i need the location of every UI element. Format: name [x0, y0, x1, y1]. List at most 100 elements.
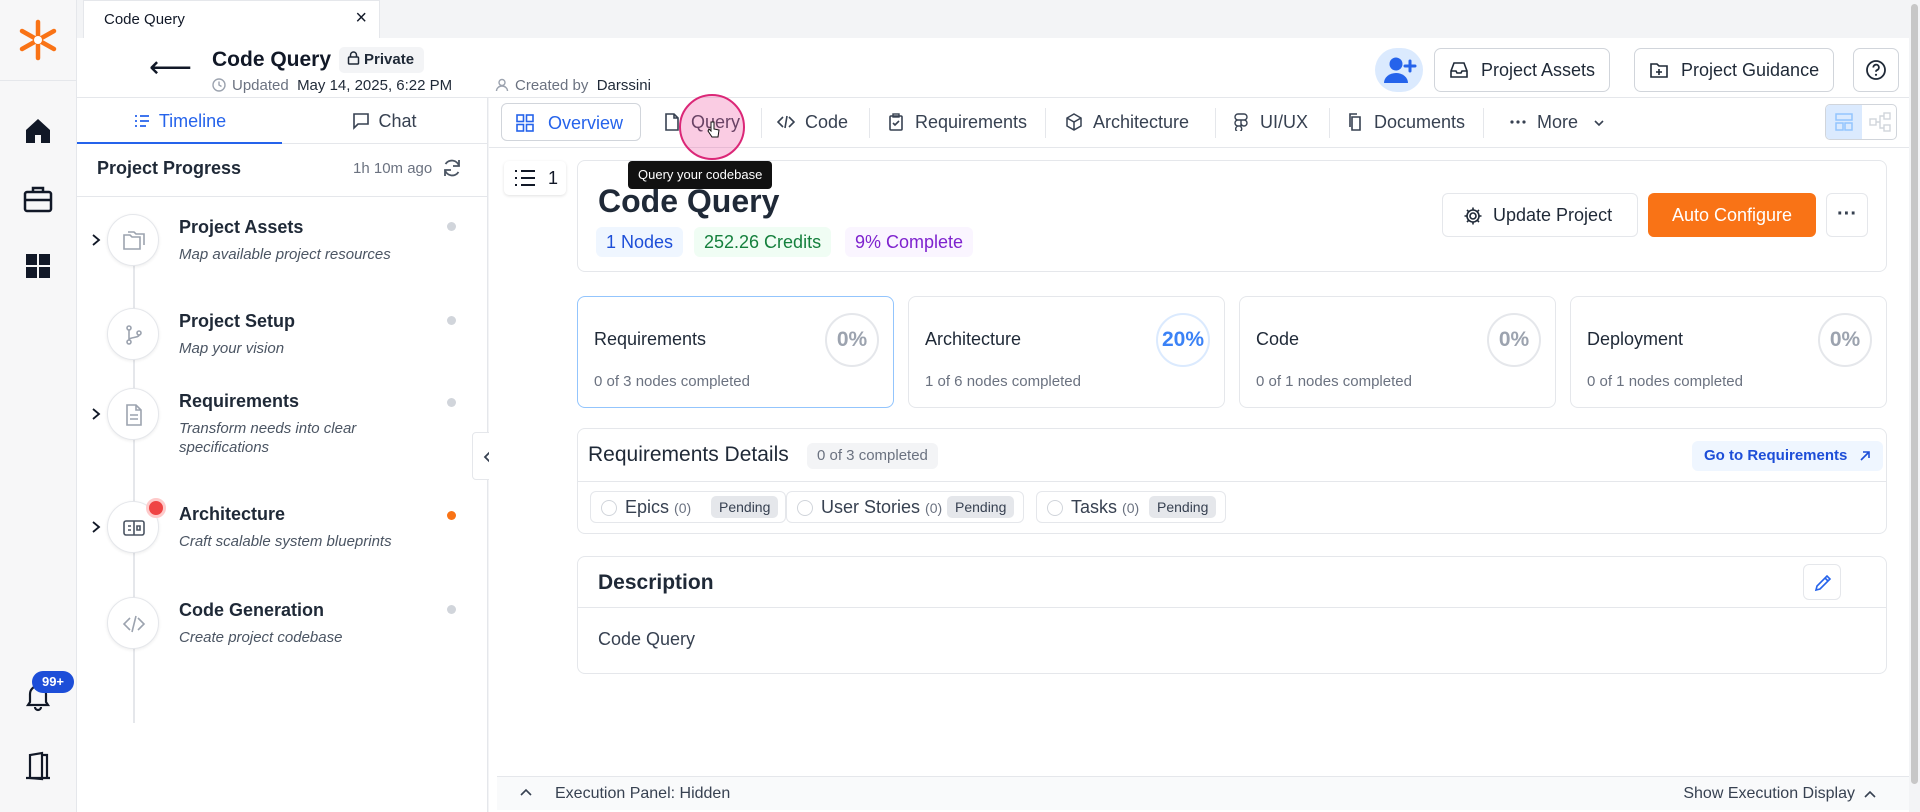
updated-value: May 14, 2025, 6:22 PM	[297, 77, 453, 94]
stat-card-code[interactable]: Code 0 of 1 nodes completed 0%	[1239, 296, 1556, 408]
window-tab-title: Code Query	[104, 11, 185, 28]
close-icon[interactable]: ×	[355, 7, 367, 30]
step-status-dot	[447, 316, 456, 325]
chip-count: (0)	[925, 500, 943, 516]
progress-divider	[77, 196, 488, 197]
refresh-icon[interactable]	[441, 157, 463, 179]
project-guidance-button[interactable]: Project Guidance	[1634, 48, 1835, 92]
list-icon	[515, 170, 535, 186]
step-title[interactable]: Project Setup	[179, 311, 295, 332]
epics-chip[interactable]: Epics (0) Pending	[590, 491, 786, 523]
radio-icon	[797, 500, 813, 516]
tab-overview-label: Overview	[548, 113, 624, 133]
tab-architecture[interactable]: Architecture	[1065, 103, 1205, 141]
tab-separator	[1329, 108, 1330, 138]
folder-plus-icon	[1650, 63, 1668, 78]
step-status-dot	[447, 398, 456, 407]
visibility-badge: Private	[339, 47, 425, 73]
logo-icon[interactable]	[18, 18, 58, 62]
show-execution-display-button[interactable]: Show Execution Display	[1683, 785, 1855, 803]
tab-timeline[interactable]: Timeline	[77, 98, 282, 144]
step-status-dot	[447, 222, 456, 231]
step-title[interactable]: Requirements	[179, 391, 299, 412]
stat-sub: 1 of 6 nodes completed	[925, 373, 1081, 390]
step-title[interactable]: Code Generation	[179, 600, 324, 621]
help-button[interactable]	[1853, 48, 1899, 92]
description-title: Description	[598, 571, 714, 594]
step-title[interactable]: Architecture	[179, 504, 285, 525]
go-to-requirements-link[interactable]: Go to Requirements	[1692, 441, 1884, 471]
home-icon[interactable]	[22, 115, 54, 147]
pencil-icon	[1814, 574, 1832, 592]
tab-documents[interactable]: Documents	[1346, 103, 1476, 141]
progress-timestamp: 1h 10m ago	[353, 160, 433, 177]
chevron-up-icon[interactable]	[519, 787, 533, 797]
layout-view-button[interactable]	[1826, 105, 1862, 139]
scrollbar-thumb[interactable]	[1911, 4, 1918, 784]
progress-title: Project Progress	[97, 158, 242, 178]
user-icon	[495, 78, 509, 92]
cube-icon	[1066, 113, 1082, 131]
logout-door-icon[interactable]	[22, 750, 54, 782]
tab-separator	[869, 108, 870, 138]
tab-overview[interactable]: Overview	[501, 103, 641, 141]
tab-timeline-label: Timeline	[158, 111, 227, 131]
chevron-right-icon[interactable]	[89, 233, 103, 247]
tab-code[interactable]: Code	[777, 103, 857, 141]
stat-sub: 0 of 1 nodes completed	[1256, 373, 1412, 390]
chat-icon	[353, 113, 370, 130]
layout-icon	[1835, 113, 1853, 131]
timeline-panel: Timeline Chat Project Progress 1h 10m ag…	[77, 98, 488, 812]
chevron-down-icon	[1594, 120, 1604, 127]
more-options-button[interactable]: ···	[1826, 193, 1868, 237]
stat-percent: 0%	[1487, 313, 1541, 367]
window-tab[interactable]: Code Query ×	[83, 0, 380, 38]
project-assets-button[interactable]: Project Assets	[1434, 48, 1611, 92]
auto-configure-button[interactable]: Auto Configure	[1648, 193, 1816, 237]
active-indicator	[146, 498, 166, 518]
stat-card-requirements[interactable]: Requirements 0 of 3 nodes completed 0%	[577, 296, 894, 408]
description-divider	[578, 607, 1886, 608]
graph-view-icon[interactable]	[1869, 112, 1891, 132]
chevron-right-icon[interactable]	[89, 407, 103, 421]
status-badge: Pending	[947, 496, 1015, 518]
tab-more[interactable]: More	[1509, 103, 1609, 141]
stat-card-architecture[interactable]: Architecture 1 of 6 nodes completed 20%	[908, 296, 1225, 408]
rail-divider	[0, 80, 77, 81]
edit-description-button[interactable]	[1803, 564, 1841, 600]
scrollbar[interactable]	[1909, 0, 1920, 812]
back-arrow-icon[interactable]: ⟵	[149, 50, 192, 85]
tab-chat[interactable]: Chat	[282, 98, 487, 144]
view-toggle[interactable]	[1825, 104, 1897, 140]
tab-separator	[1045, 108, 1046, 138]
panel-tabs: Timeline Chat	[77, 98, 488, 144]
tab-uiux[interactable]: UI/UX	[1232, 103, 1322, 141]
chevron-right-icon[interactable]	[89, 520, 103, 534]
main-content: Overview Query Code Requirements Archite…	[489, 98, 1920, 812]
tab-code-label: Code	[805, 112, 849, 132]
add-user-button[interactable]	[1375, 48, 1423, 92]
stat-label: Requirements	[594, 329, 707, 349]
user-stories-chip[interactable]: User Stories (0) Pending	[786, 491, 1024, 523]
update-project-button[interactable]: Update Project	[1442, 193, 1638, 237]
clock-icon	[212, 78, 226, 92]
outline-list-button[interactable]: 1	[504, 161, 566, 195]
radio-icon	[1047, 500, 1063, 516]
stat-sub: 0 of 1 nodes completed	[1587, 373, 1743, 390]
briefcase-icon[interactable]	[22, 183, 54, 215]
chevron-up-icon[interactable]	[1863, 789, 1877, 799]
tab-requirements-label: Requirements	[915, 112, 1028, 132]
stat-card-deployment[interactable]: Deployment 0 of 1 nodes completed 0%	[1570, 296, 1887, 408]
step-title[interactable]: Project Assets	[179, 217, 303, 238]
chip-name: User Stories	[821, 497, 921, 517]
grid-icon[interactable]	[22, 250, 54, 282]
details-divider	[578, 481, 1886, 482]
requirements-details-card: Requirements Details 0 of 3 completed Go…	[577, 428, 1887, 534]
credits-badge: 252.26 Credits	[694, 227, 832, 257]
notification-badge: 99+	[32, 671, 74, 693]
branch-icon	[126, 325, 142, 345]
tab-separator	[1215, 108, 1216, 138]
update-project-label: Update Project	[1493, 205, 1613, 225]
tab-requirements[interactable]: Requirements	[887, 103, 1037, 141]
tasks-chip[interactable]: Tasks (0) Pending	[1036, 491, 1226, 523]
